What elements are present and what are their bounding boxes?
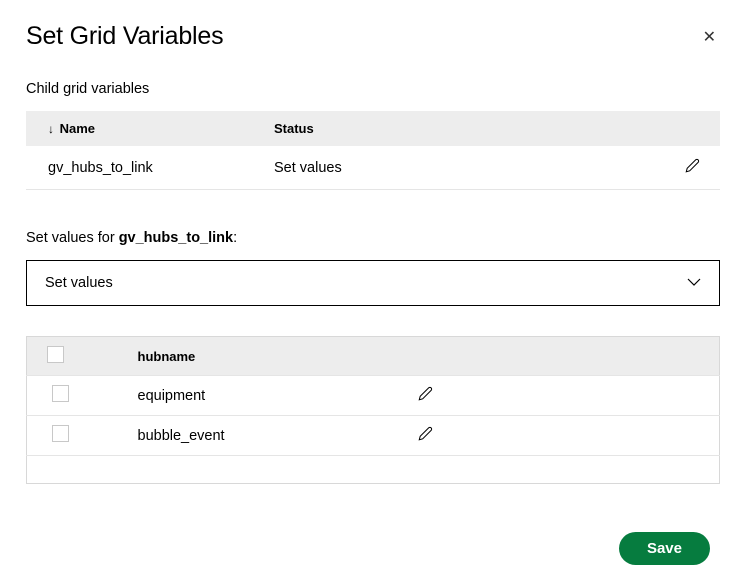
set-values-label: Set values for gv_hubs_to_link: — [26, 230, 720, 246]
hubname-table: hubname equipment — [26, 336, 720, 484]
select-all-checkbox[interactable] — [47, 346, 64, 363]
cell-hubname: bubble_event — [83, 416, 410, 456]
column-header-name[interactable]: ↓ Name — [26, 111, 266, 146]
table-row: gv_hubs_to_link Set values — [26, 146, 720, 190]
sort-down-icon: ↓ — [48, 122, 54, 136]
close-button[interactable]: ✕ — [695, 23, 724, 51]
table-row: equipment — [27, 376, 720, 416]
cell-name: gv_hubs_to_link — [26, 146, 266, 190]
save-button[interactable]: Save — [619, 532, 710, 565]
edit-icon[interactable] — [418, 426, 433, 445]
column-header-hubname[interactable]: hubname — [83, 337, 410, 376]
set-grid-variables-dialog: Set Grid Variables ✕ Child grid variable… — [0, 0, 750, 583]
table-row: bubble_event — [27, 416, 720, 456]
chevron-down-icon — [687, 275, 701, 291]
row-checkbox[interactable] — [52, 385, 69, 402]
edit-icon[interactable] — [685, 158, 700, 177]
row-checkbox[interactable] — [52, 425, 69, 442]
cell-status: Set values — [266, 146, 670, 190]
dialog-footer: Save — [26, 514, 724, 583]
edit-icon[interactable] — [418, 386, 433, 405]
column-header-status[interactable]: Status — [266, 111, 670, 146]
cell-hubname: equipment — [83, 376, 410, 416]
select-all-cell — [27, 337, 83, 376]
close-icon: ✕ — [703, 29, 716, 46]
empty-row — [27, 456, 720, 484]
dialog-header: Set Grid Variables ✕ — [26, 22, 724, 51]
set-values-dropdown[interactable]: Set values — [26, 260, 720, 306]
dialog-title: Set Grid Variables — [26, 22, 223, 51]
dropdown-value: Set values — [45, 275, 113, 291]
child-grid-label: Child grid variables — [26, 81, 720, 97]
scroll-area[interactable]: Child grid variables ↓ Name Status gv_hu… — [26, 81, 724, 514]
child-grid-table: ↓ Name Status gv_hubs_to_link Set values — [26, 111, 720, 190]
